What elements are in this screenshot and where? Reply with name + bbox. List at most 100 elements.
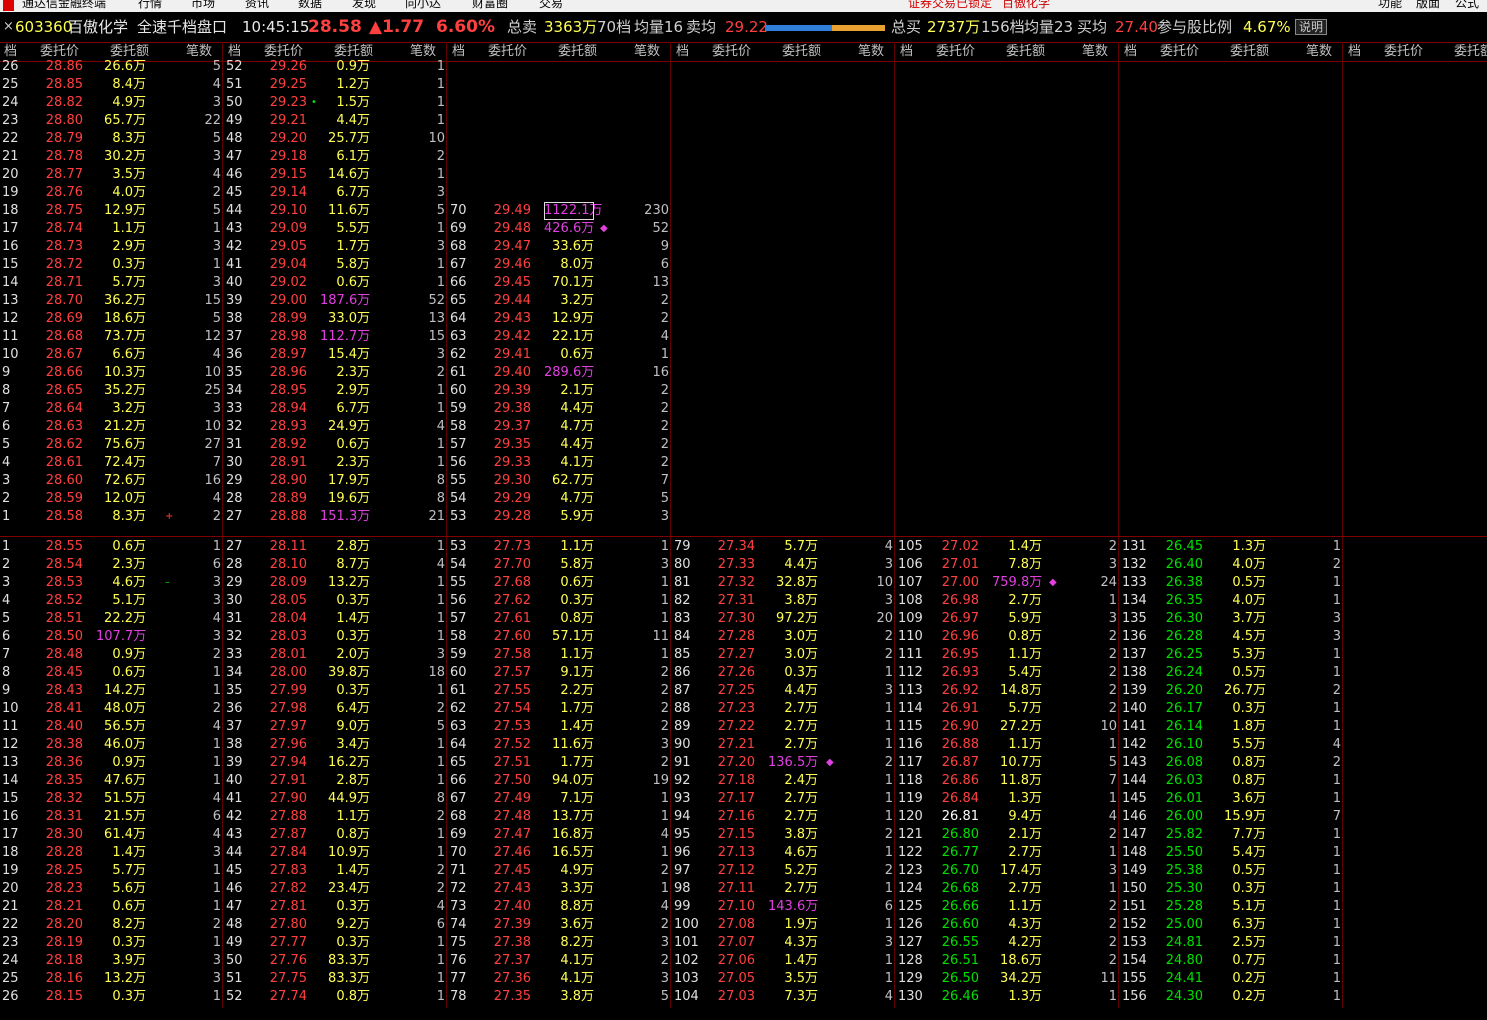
order-count: 3 [1108, 557, 1117, 572]
order-level-no: 29 [226, 575, 243, 590]
order-count: 4 [212, 827, 221, 842]
order-price: 27.22 [717, 719, 755, 734]
order-count: 2 [660, 665, 669, 680]
header-level: 档 [1124, 44, 1138, 59]
order-price: 24.41 [1165, 971, 1203, 986]
order-amount: 1.1万 [1008, 899, 1042, 914]
menu-item-function[interactable]: 功能 [1378, 0, 1402, 9]
menu-item-discover[interactable]: 发现 [352, 0, 376, 9]
menu-item-news[interactable]: 资讯 [245, 0, 269, 9]
order-amount: 1.4万 [1008, 539, 1042, 554]
order-amount: 10.3万 [104, 365, 146, 380]
order-level-no: 112 [898, 665, 923, 680]
order-level-no: 89 [674, 719, 691, 734]
order-level-no: 67 [450, 257, 467, 272]
help-button[interactable]: 说明 [1295, 19, 1328, 35]
order-price: 29.15 [269, 167, 307, 182]
order-price: 27.70 [493, 557, 531, 572]
order-amount: 0.7万 [1232, 953, 1266, 968]
order-price: 26.93 [941, 665, 979, 680]
order-count: 13 [652, 275, 669, 290]
order-price: 27.61 [493, 611, 531, 626]
order-amount: 0.6万 [336, 275, 370, 290]
order-amount: 61.4万 [104, 827, 146, 842]
order-count: 2 [1108, 647, 1117, 662]
order-amount: 7.7万 [1232, 827, 1266, 842]
order-level-no: 109 [898, 611, 923, 626]
order-amount: 12.9万 [104, 203, 146, 218]
order-level-no: 63 [450, 719, 467, 734]
order-count: 15 [428, 329, 445, 344]
order-amount: 12.9万 [552, 311, 594, 326]
order-amount: 4.1万 [560, 971, 594, 986]
order-amount: 3.2万 [560, 293, 594, 308]
order-amount: 0.3万 [336, 629, 370, 644]
order-price: 27.15 [717, 827, 755, 842]
order-amount: 1.1万 [112, 221, 146, 236]
order-count: 1 [1332, 827, 1341, 842]
order-level-no: 57 [450, 611, 467, 626]
menu-item-quotes[interactable]: 行情 [138, 0, 162, 9]
order-level-no: 53 [450, 539, 467, 554]
order-count: 9 [660, 239, 669, 254]
order-amount: 5.1万 [1232, 899, 1266, 914]
order-price: 28.18 [45, 953, 83, 968]
order-price: 26.01 [1165, 791, 1203, 806]
order-level-no: 94 [674, 809, 691, 824]
order-amount: 1.4万 [112, 845, 146, 860]
order-level-no: 41 [226, 257, 243, 272]
order-count: 4 [212, 791, 221, 806]
menu-item-layout[interactable]: 版面 [1416, 0, 1440, 9]
order-price: 26.28 [1165, 629, 1203, 644]
order-level-no: 126 [898, 917, 923, 932]
order-price: 26.95 [941, 647, 979, 662]
column-divider [1342, 42, 1343, 1008]
column-divider [222, 42, 223, 1008]
menu-item-wealth[interactable]: 财富圈 [472, 0, 508, 9]
order-level-no: 24 [2, 95, 19, 110]
order-level-no: 9 [2, 683, 11, 698]
menu-item-formula[interactable]: 公式 [1455, 0, 1479, 9]
sell-total: 3363万 [544, 18, 598, 36]
order-level-no: 64 [450, 311, 467, 326]
order-level-no: 115 [898, 719, 923, 734]
menu-item-trade[interactable]: 交易 [539, 0, 563, 9]
order-price: 28.73 [45, 239, 83, 254]
order-price: 28.31 [45, 809, 83, 824]
order-amount: 5.2万 [784, 863, 818, 878]
order-count: 5 [212, 59, 221, 74]
order-count: 4 [212, 77, 221, 92]
order-count: 3 [660, 557, 669, 572]
order-price: 29.00 [269, 293, 307, 308]
order-price: 29.37 [493, 419, 531, 434]
order-count: 2 [660, 419, 669, 434]
order-amount: 7.3万 [784, 989, 818, 1004]
order-price: 27.74 [269, 989, 307, 1004]
order-amount: 4.0万 [1232, 593, 1266, 608]
order-price: 27.80 [269, 917, 307, 932]
order-count: 1 [212, 665, 221, 680]
order-count: 3 [1108, 863, 1117, 878]
header-amount: 委托额 [1454, 44, 1487, 59]
header-amount: 委托额 [782, 44, 822, 59]
menu-item-data[interactable]: 数据 [298, 0, 322, 9]
order-price: 28.62 [45, 437, 83, 452]
order-amount: 2.7万 [784, 719, 818, 734]
order-count: 2 [436, 149, 445, 164]
order-amount: 759.8万 [992, 575, 1043, 590]
order-level-no: 40 [226, 773, 243, 788]
menu-item-market[interactable]: 市场 [191, 0, 215, 9]
order-price: 28.70 [45, 293, 83, 308]
order-amount: 4.3万 [1008, 917, 1042, 932]
close-icon[interactable]: × [3, 17, 14, 37]
order-level-no: 26 [2, 59, 19, 74]
order-count: 4 [660, 827, 669, 842]
order-level-no: 106 [898, 557, 923, 572]
order-level-no: 58 [450, 419, 467, 434]
order-amount: 51.5万 [104, 791, 146, 806]
order-amount: 0.3万 [784, 665, 818, 680]
order-count: 2 [212, 701, 221, 716]
order-count: 2 [884, 629, 893, 644]
menu-item-assistant[interactable]: 向小达 [405, 0, 441, 9]
order-amount: 30.2万 [104, 149, 146, 164]
